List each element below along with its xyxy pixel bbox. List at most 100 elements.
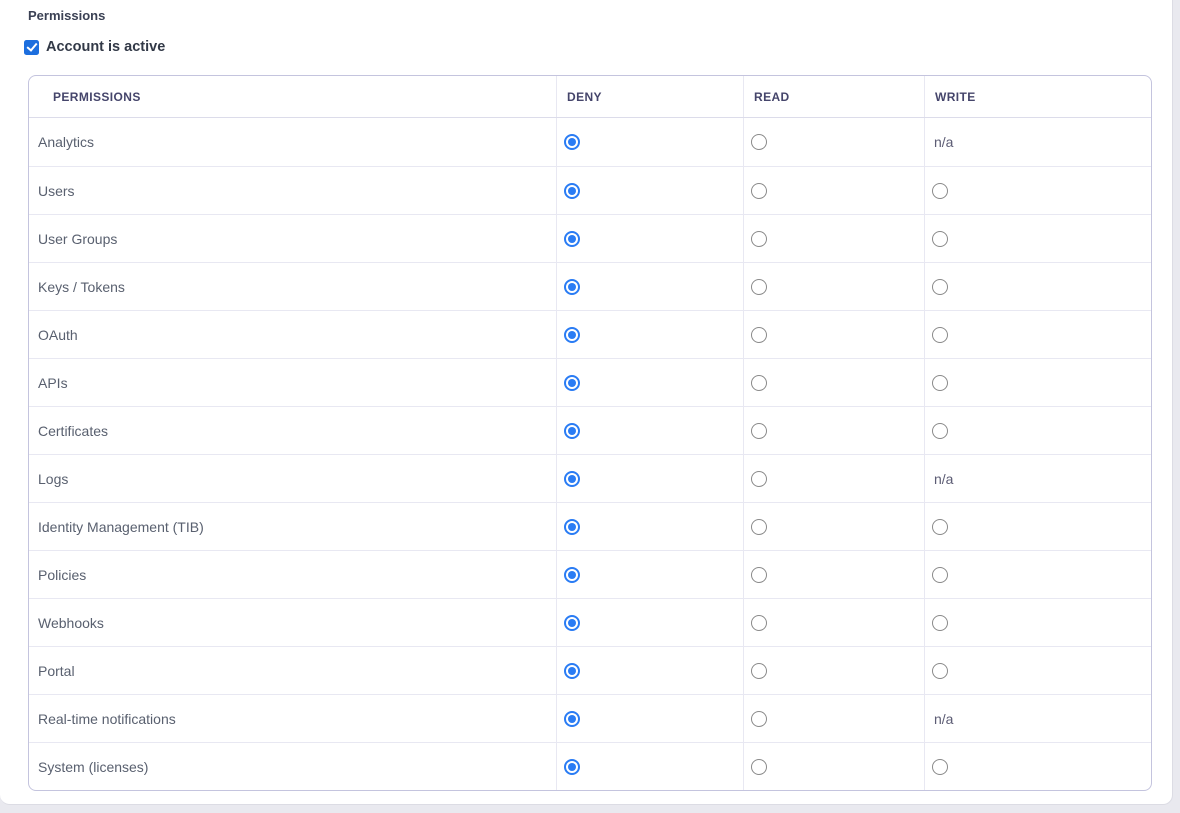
read-radio[interactable] (751, 375, 767, 391)
read-radio[interactable] (751, 711, 767, 727)
write-cell (924, 407, 1151, 454)
write-radio[interactable] (932, 183, 948, 199)
deny-cell (556, 215, 743, 262)
write-cell (924, 647, 1151, 694)
permission-label: Keys / Tokens (29, 263, 556, 310)
deny-cell (556, 455, 743, 502)
read-cell (743, 359, 924, 406)
deny-radio[interactable] (564, 423, 580, 439)
deny-cell (556, 311, 743, 358)
permission-row: Analytics n/a (29, 118, 1151, 166)
read-cell (743, 695, 924, 742)
write-radio[interactable] (932, 375, 948, 391)
deny-radio[interactable] (564, 519, 580, 535)
deny-cell (556, 503, 743, 550)
read-cell (743, 118, 924, 166)
table-header-row: PERMISSIONS DENY READ WRITE (29, 76, 1151, 118)
account-active-checkbox[interactable] (24, 40, 39, 55)
permission-row: User Groups (29, 214, 1151, 262)
deny-cell (556, 695, 743, 742)
table-body: Analytics n/a UsersUser GroupsKeys / Token… (29, 118, 1151, 790)
permission-label: OAuth (29, 311, 556, 358)
write-radio[interactable] (932, 231, 948, 247)
permission-label: Webhooks (29, 599, 556, 646)
read-radio[interactable] (751, 327, 767, 343)
permissions-table: PERMISSIONS DENY READ WRITE Analytics n/a… (28, 75, 1152, 791)
write-cell (924, 599, 1151, 646)
read-radio[interactable] (751, 615, 767, 631)
write-radio[interactable] (932, 519, 948, 535)
permission-label: Policies (29, 551, 556, 598)
write-na-value: n/a (932, 134, 953, 150)
read-cell (743, 503, 924, 550)
deny-radio[interactable] (564, 279, 580, 295)
deny-radio[interactable] (564, 327, 580, 343)
account-active-row: Account is active (24, 39, 165, 55)
write-radio[interactable] (932, 279, 948, 295)
deny-radio[interactable] (564, 471, 580, 487)
read-radio[interactable] (751, 759, 767, 775)
write-radio[interactable] (932, 615, 948, 631)
permission-label: Analytics (29, 118, 556, 166)
write-cell: n/a (924, 118, 1151, 166)
column-header-write: WRITE (924, 76, 1151, 117)
permission-row: Portal (29, 646, 1151, 694)
write-na-value: n/a (932, 711, 953, 727)
deny-radio[interactable] (564, 375, 580, 391)
deny-radio[interactable] (564, 134, 580, 150)
read-radio[interactable] (751, 231, 767, 247)
permission-row: Webhooks (29, 598, 1151, 646)
read-cell (743, 167, 924, 214)
deny-radio[interactable] (564, 615, 580, 631)
permissions-section-title: Permissions (28, 8, 105, 23)
read-cell (743, 647, 924, 694)
permission-label: System (licenses) (29, 743, 556, 790)
deny-radio[interactable] (564, 231, 580, 247)
deny-cell (556, 359, 743, 406)
write-radio[interactable] (932, 663, 948, 679)
deny-cell (556, 263, 743, 310)
deny-radio[interactable] (564, 183, 580, 199)
write-cell (924, 215, 1151, 262)
read-cell (743, 551, 924, 598)
read-radio[interactable] (751, 663, 767, 679)
write-cell (924, 743, 1151, 790)
deny-radio[interactable] (564, 759, 580, 775)
permission-label: Certificates (29, 407, 556, 454)
deny-radio[interactable] (564, 663, 580, 679)
column-header-permissions: PERMISSIONS (29, 76, 556, 117)
read-radio[interactable] (751, 567, 767, 583)
deny-cell (556, 167, 743, 214)
read-radio[interactable] (751, 519, 767, 535)
permission-label: Identity Management (TIB) (29, 503, 556, 550)
read-cell (743, 599, 924, 646)
permission-label: Users (29, 167, 556, 214)
read-radio[interactable] (751, 279, 767, 295)
column-header-deny: DENY (556, 76, 743, 117)
read-radio[interactable] (751, 423, 767, 439)
deny-radio[interactable] (564, 711, 580, 727)
permission-label: APIs (29, 359, 556, 406)
deny-cell (556, 743, 743, 790)
write-cell: n/a (924, 455, 1151, 502)
deny-cell (556, 599, 743, 646)
write-radio[interactable] (932, 327, 948, 343)
read-cell (743, 311, 924, 358)
read-cell (743, 263, 924, 310)
deny-cell (556, 551, 743, 598)
read-cell (743, 407, 924, 454)
read-radio[interactable] (751, 471, 767, 487)
permission-row: APIs (29, 358, 1151, 406)
deny-cell (556, 647, 743, 694)
write-radio[interactable] (932, 423, 948, 439)
write-cell (924, 263, 1151, 310)
read-radio[interactable] (751, 134, 767, 150)
account-active-label: Account is active (46, 39, 165, 55)
deny-cell (556, 407, 743, 454)
content-panel: Permissions Account is active PERMISSION… (0, 0, 1173, 805)
write-na-value: n/a (932, 471, 953, 487)
read-radio[interactable] (751, 183, 767, 199)
write-radio[interactable] (932, 567, 948, 583)
deny-radio[interactable] (564, 567, 580, 583)
write-radio[interactable] (932, 759, 948, 775)
